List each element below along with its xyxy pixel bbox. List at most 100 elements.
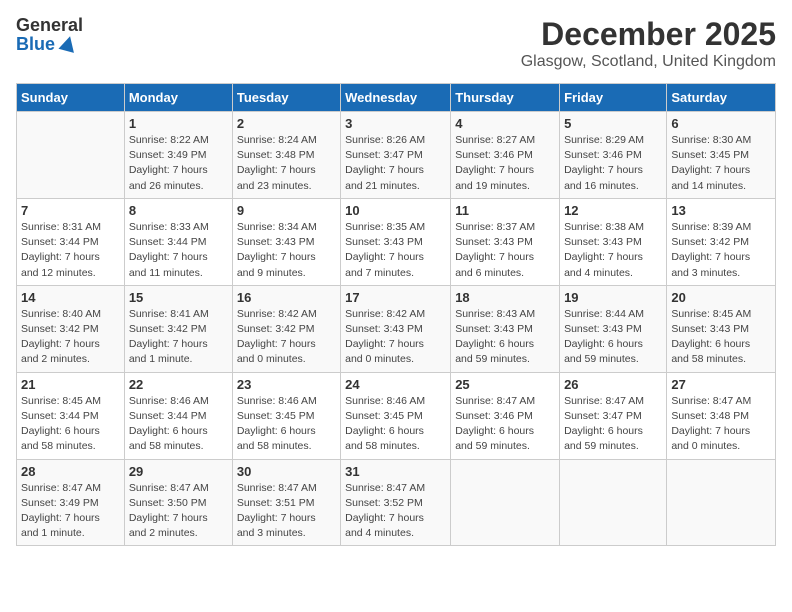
calendar-cell: 24 Sunrise: 8:46 AMSunset: 3:45 PMDayligh…: [341, 372, 451, 459]
page-title: December 2025: [521, 16, 776, 53]
day-number: 15: [129, 290, 228, 305]
cell-info: Sunrise: 8:47 AMSunset: 3:46 PMDaylight:…: [455, 394, 555, 455]
cell-info: Sunrise: 8:46 AMSunset: 3:44 PMDaylight:…: [129, 394, 228, 455]
column-header-tuesday: Tuesday: [232, 84, 340, 112]
cell-info: Sunrise: 8:46 AMSunset: 3:45 PMDaylight:…: [237, 394, 336, 455]
cell-info: Sunrise: 8:40 AMSunset: 3:42 PMDaylight:…: [21, 307, 120, 368]
cell-info: Sunrise: 8:47 AMSunset: 3:49 PMDaylight:…: [21, 481, 120, 542]
cell-info: Sunrise: 8:46 AMSunset: 3:45 PMDaylight:…: [345, 394, 446, 455]
calendar-cell: 16Sunrise: 8:42 AMSunset: 3:42 PMDayligh…: [232, 285, 340, 372]
day-number: 31: [345, 464, 446, 479]
calendar-cell: 11 Sunrise: 8:37 AMSunset: 3:43 PMDayligh…: [451, 198, 560, 285]
column-header-wednesday: Wednesday: [341, 84, 451, 112]
calendar-cell: [667, 459, 776, 546]
day-number: 30: [237, 464, 336, 479]
cell-info: Sunrise: 8:47 AMSunset: 3:48 PMDaylight:…: [671, 394, 771, 455]
calendar-cell: 23 Sunrise: 8:46 AMSunset: 3:45 PMDayligh…: [232, 372, 340, 459]
day-number: 21: [21, 377, 120, 392]
logo-general: General: [16, 16, 83, 34]
cell-info: Sunrise: 8:47 AMSunset: 3:50 PMDaylight:…: [129, 481, 228, 542]
day-number: 26: [564, 377, 662, 392]
column-header-sunday: Sunday: [17, 84, 125, 112]
day-number: 10: [345, 203, 446, 218]
cell-info: Sunrise: 8:26 AMSunset: 3:47 PMDaylight:…: [345, 133, 446, 194]
day-number: 5: [564, 116, 662, 131]
cell-info: Sunrise: 8:47 AMSunset: 3:51 PMDaylight:…: [237, 481, 336, 542]
day-number: 28: [21, 464, 120, 479]
cell-info: Sunrise: 8:38 AMSunset: 3:43 PMDaylight:…: [564, 220, 662, 281]
logo: General Blue: [16, 16, 83, 54]
cell-info: Sunrise: 8:27 AMSunset: 3:46 PMDaylight:…: [455, 133, 555, 194]
cell-info: Sunrise: 8:31 AMSunset: 3:44 PMDaylight:…: [21, 220, 120, 281]
calendar-cell: 21Sunrise: 8:45 AMSunset: 3:44 PMDayligh…: [17, 372, 125, 459]
calendar-table: SundayMondayTuesdayWednesdayThursdayFrid…: [16, 83, 776, 546]
day-number: 18: [455, 290, 555, 305]
cell-info: Sunrise: 8:42 AMSunset: 3:43 PMDaylight:…: [345, 307, 446, 368]
cell-info: Sunrise: 8:30 AMSunset: 3:45 PMDaylight:…: [671, 133, 771, 194]
day-number: 22: [129, 377, 228, 392]
day-number: 14: [21, 290, 120, 305]
calendar-week-3: 14 Sunrise: 8:40 AMSunset: 3:42 PMDayligh…: [17, 285, 776, 372]
title-block: December 2025 Glasgow, Scotland, United …: [521, 16, 776, 71]
cell-info: Sunrise: 8:42 AMSunset: 3:42 PMDaylight:…: [237, 307, 336, 368]
day-number: 12: [564, 203, 662, 218]
day-number: 11: [455, 203, 555, 218]
day-number: 20: [671, 290, 771, 305]
calendar-cell: 7 Sunrise: 8:31 AMSunset: 3:44 PMDaylight…: [17, 198, 125, 285]
cell-info: Sunrise: 8:41 AMSunset: 3:42 PMDaylight:…: [129, 307, 228, 368]
day-number: 29: [129, 464, 228, 479]
day-number: 19: [564, 290, 662, 305]
cell-info: Sunrise: 8:24 AMSunset: 3:48 PMDaylight:…: [237, 133, 336, 194]
calendar-cell: [560, 459, 667, 546]
calendar-cell: 6Sunrise: 8:30 AMSunset: 3:45 PMDaylight…: [667, 112, 776, 199]
logo-icon: [58, 34, 78, 54]
calendar-cell: 2 Sunrise: 8:24 AMSunset: 3:48 PMDaylight…: [232, 112, 340, 199]
cell-info: Sunrise: 8:37 AMSunset: 3:43 PMDaylight:…: [455, 220, 555, 281]
calendar-cell: 8 Sunrise: 8:33 AMSunset: 3:44 PMDaylight…: [124, 198, 232, 285]
column-header-friday: Friday: [560, 84, 667, 112]
day-number: 2: [237, 116, 336, 131]
cell-info: Sunrise: 8:39 AMSunset: 3:42 PMDaylight:…: [671, 220, 771, 281]
cell-info: Sunrise: 8:47 AMSunset: 3:52 PMDaylight:…: [345, 481, 446, 542]
calendar-cell: 3 Sunrise: 8:26 AMSunset: 3:47 PMDaylight…: [341, 112, 451, 199]
calendar-cell: 25Sunrise: 8:47 AMSunset: 3:46 PMDayligh…: [451, 372, 560, 459]
calendar-cell: 10Sunrise: 8:35 AMSunset: 3:43 PMDayligh…: [341, 198, 451, 285]
cell-info: Sunrise: 8:44 AMSunset: 3:43 PMDaylight:…: [564, 307, 662, 368]
calendar-cell: 13 Sunrise: 8:39 AMSunset: 3:42 PMDayligh…: [667, 198, 776, 285]
day-number: 8: [129, 203, 228, 218]
calendar-cell: 14 Sunrise: 8:40 AMSunset: 3:42 PMDayligh…: [17, 285, 125, 372]
calendar-week-1: 1 Sunrise: 8:22 AMSunset: 3:49 PMDaylight…: [17, 112, 776, 199]
day-number: 13: [671, 203, 771, 218]
day-number: 27: [671, 377, 771, 392]
calendar-week-2: 7 Sunrise: 8:31 AMSunset: 3:44 PMDaylight…: [17, 198, 776, 285]
cell-info: Sunrise: 8:22 AMSunset: 3:49 PMDaylight:…: [129, 133, 228, 194]
cell-info: Sunrise: 8:29 AMSunset: 3:46 PMDaylight:…: [564, 133, 662, 194]
cell-info: Sunrise: 8:45 AMSunset: 3:43 PMDaylight:…: [671, 307, 771, 368]
calendar-week-4: 21Sunrise: 8:45 AMSunset: 3:44 PMDayligh…: [17, 372, 776, 459]
calendar-cell: [17, 112, 125, 199]
column-header-monday: Monday: [124, 84, 232, 112]
day-number: 3: [345, 116, 446, 131]
day-number: 23: [237, 377, 336, 392]
calendar-cell: 20 Sunrise: 8:45 AMSunset: 3:43 PMDayligh…: [667, 285, 776, 372]
calendar-cell: 15 Sunrise: 8:41 AMSunset: 3:42 PMDayligh…: [124, 285, 232, 372]
calendar-cell: 4Sunrise: 8:27 AMSunset: 3:46 PMDaylight…: [451, 112, 560, 199]
calendar-header-row: SundayMondayTuesdayWednesdayThursdayFrid…: [17, 84, 776, 112]
cell-info: Sunrise: 8:43 AMSunset: 3:43 PMDaylight:…: [455, 307, 555, 368]
cell-info: Sunrise: 8:33 AMSunset: 3:44 PMDaylight:…: [129, 220, 228, 281]
calendar-cell: 17Sunrise: 8:42 AMSunset: 3:43 PMDayligh…: [341, 285, 451, 372]
column-header-thursday: Thursday: [451, 84, 560, 112]
calendar-cell: [451, 459, 560, 546]
calendar-cell: 26Sunrise: 8:47 AMSunset: 3:47 PMDayligh…: [560, 372, 667, 459]
cell-info: Sunrise: 8:34 AMSunset: 3:43 PMDaylight:…: [237, 220, 336, 281]
day-number: 7: [21, 203, 120, 218]
calendar-cell: 31 Sunrise: 8:47 AMSunset: 3:52 PMDayligh…: [341, 459, 451, 546]
column-header-saturday: Saturday: [667, 84, 776, 112]
calendar-cell: 29 Sunrise: 8:47 AMSunset: 3:50 PMDayligh…: [124, 459, 232, 546]
day-number: 24: [345, 377, 446, 392]
day-number: 1: [129, 116, 228, 131]
day-number: 9: [237, 203, 336, 218]
calendar-cell: 9 Sunrise: 8:34 AMSunset: 3:43 PMDaylight…: [232, 198, 340, 285]
calendar-cell: 27 Sunrise: 8:47 AMSunset: 3:48 PMDayligh…: [667, 372, 776, 459]
calendar-cell: 1 Sunrise: 8:22 AMSunset: 3:49 PMDaylight…: [124, 112, 232, 199]
